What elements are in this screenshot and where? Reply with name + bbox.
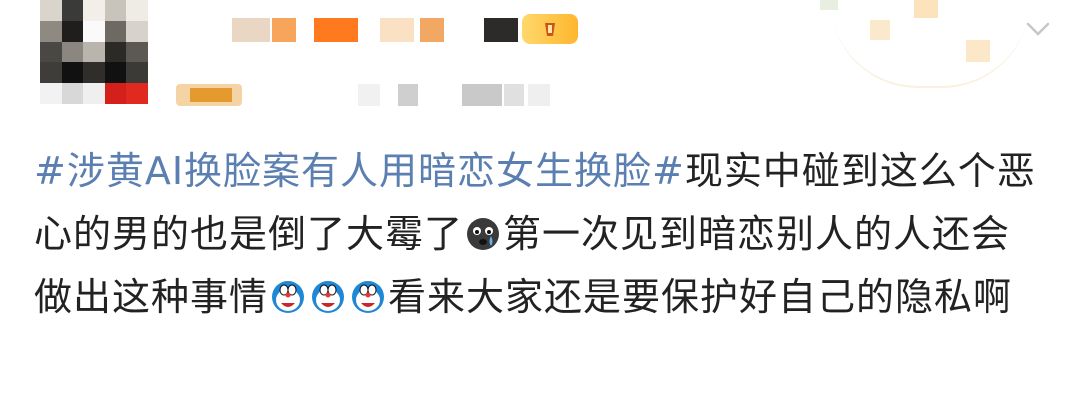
doraemon-crying-icon [349, 278, 387, 316]
vip-badge-icon [545, 23, 555, 36]
avatar[interactable] [40, 0, 148, 104]
meta-censored [398, 84, 418, 106]
decoration-censored [820, 0, 838, 10]
username-censored [314, 18, 358, 42]
username-censored [484, 18, 518, 42]
username-censored [380, 18, 414, 42]
doraemon-crying-icon [309, 278, 347, 316]
meta-censored [528, 84, 550, 106]
crying-face-icon [464, 215, 502, 253]
post-text: 看来大家还是要保护好自己的隐私啊 [388, 275, 1013, 319]
username-censored [272, 18, 296, 42]
vip-badge[interactable] [522, 14, 578, 44]
meta-censored [358, 84, 380, 106]
doraemon-crying-icon [269, 278, 307, 316]
meta-censored [462, 84, 502, 106]
decoration-censored [966, 40, 990, 62]
post-content: #涉黄AI换脸案有人用暗恋女生换脸#现实中碰到这么个恶心的男的也是倒了大霉了 第… [34, 140, 1044, 329]
more-chevron-icon[interactable] [1024, 18, 1052, 42]
username-censored[interactable] [232, 18, 270, 42]
decoration-censored [914, 0, 938, 18]
meta-censored [504, 84, 524, 106]
username-censored [420, 18, 444, 42]
topic-link[interactable]: #涉黄AI换脸案有人用暗恋女生换脸# [34, 149, 685, 193]
decoration-censored [870, 20, 890, 40]
meta-censored [190, 88, 232, 102]
